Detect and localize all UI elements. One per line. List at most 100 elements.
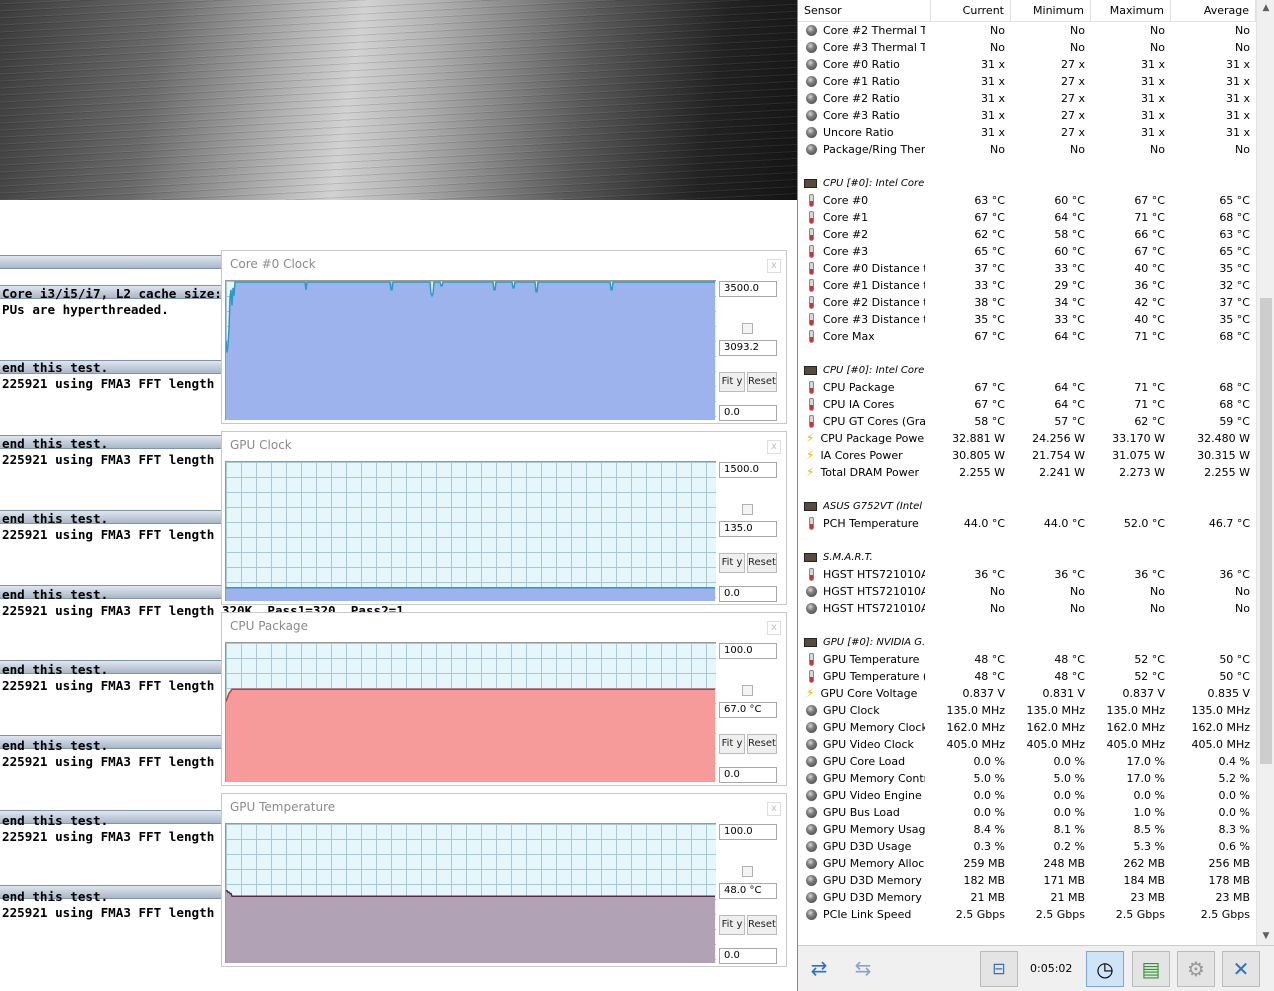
- sensor-row[interactable]: Core #2 Distance t... 38 °C 34 °C 42 °C 37 °…: [798, 294, 1256, 311]
- vertical-scrollbar[interactable]: ▲ ▼: [1256, 0, 1274, 945]
- sensor-row[interactable]: Core #0 Ratio 31 x 27 x 31 x 31 x: [798, 56, 1256, 73]
- graph-min-value[interactable]: 0.0: [719, 948, 777, 964]
- sensor-row[interactable]: PCH Temperature 44.0 °C 44.0 °C 52.0 °C 46.7…: [798, 515, 1256, 532]
- sensor-row[interactable]: Core #1 Distance t... 33 °C 29 °C 36 °C 32 °…: [798, 277, 1256, 294]
- graph-autoscale-checkbox[interactable]: [742, 504, 753, 515]
- graph-max-value[interactable]: 1500.0: [719, 462, 777, 478]
- reset-button[interactable]: Reset: [747, 553, 777, 573]
- sensor-row[interactable]: GPU Memory Contr... 5.0 % 5.0 % 17.0 % 5.2 %: [798, 770, 1256, 787]
- graph-close-button[interactable]: x: [767, 621, 781, 635]
- graph-min-value[interactable]: 0.0: [719, 405, 777, 421]
- graph-window[interactable]: GPU Temperature x 100.0 48.0 °C 0.0 Fit y Rese…: [221, 793, 787, 967]
- close-x-icon[interactable]: ✕: [1222, 951, 1260, 987]
- sensor-group-header[interactable]: CPU [#0]: Intel Core ...: [798, 362, 1256, 379]
- sensor-row[interactable]: HGST HTS721010A... 36 °C 36 °C 36 °C 36 °C: [798, 566, 1256, 583]
- sensor-disc-icon: [806, 59, 817, 70]
- graph-close-button[interactable]: x: [767, 259, 781, 273]
- sensor-row[interactable]: GPU Memory Clock 162.0 MHz 162.0 MHz 162.0 …: [798, 719, 1256, 736]
- sensor-group-header[interactable]: CPU [#0]: Intel Core ...: [798, 175, 1256, 192]
- column-header-current[interactable]: Current: [931, 0, 1011, 21]
- sensor-row[interactable]: GPU D3D Memory D... 182 MB 171 MB 184 MB 178…: [798, 872, 1256, 889]
- reset-button[interactable]: Reset: [747, 372, 777, 392]
- sensor-row[interactable]: Core #2 Thermal T... No No No No: [798, 22, 1256, 39]
- fit-y-button[interactable]: Fit y: [719, 915, 745, 935]
- sensor-row[interactable]: Core #0 63 °C 60 °C 67 °C 65 °C: [798, 192, 1256, 209]
- graph-min-value[interactable]: 0.0: [719, 767, 777, 783]
- fit-y-button[interactable]: Fit y: [719, 553, 745, 573]
- clock-icon[interactable]: ◷: [1086, 951, 1124, 987]
- sensor-row[interactable]: HGST HTS721010A... No No No No: [798, 600, 1256, 617]
- graph-window[interactable]: GPU Clock x 1500.0 135.0 0.0 Fit y Reset: [221, 431, 787, 605]
- sensor-row[interactable]: ⚡ Total DRAM Power 2.255 W 2.241 W 2.273 W 2.…: [798, 464, 1256, 481]
- sensor-row[interactable]: GPU Video Engine L... 0.0 % 0.0 % 0.0 % 0.0 …: [798, 787, 1256, 804]
- fit-y-button[interactable]: Fit y: [719, 372, 745, 392]
- sensor-row[interactable]: GPU Temperature (... 48 °C 48 °C 52 °C 50 °C: [798, 668, 1256, 685]
- sensor-row[interactable]: GPU Core Load 0.0 % 0.0 % 17.0 % 0.4 %: [798, 753, 1256, 770]
- network-icon[interactable]: ⊟: [980, 951, 1018, 987]
- graph-autoscale-checkbox[interactable]: [742, 323, 753, 334]
- sensor-row[interactable]: Core #3 Distance t... 35 °C 33 °C 40 °C 35 °…: [798, 311, 1256, 328]
- fit-y-button[interactable]: Fit y: [719, 734, 745, 754]
- sensor-row[interactable]: Core #3 Ratio 31 x 27 x 31 x 31 x: [798, 107, 1256, 124]
- scrollbar-thumb[interactable]: [1260, 298, 1272, 764]
- current-value: 162.0 MHz: [946, 721, 1005, 734]
- sensor-row[interactable]: HGST HTS721010A... No No No No: [798, 583, 1256, 600]
- scroll-down-arrow-icon[interactable]: ▼: [1257, 928, 1274, 945]
- blank-row[interactable]: [798, 532, 1256, 549]
- reset-button[interactable]: Reset: [747, 734, 777, 754]
- sensor-row[interactable]: GPU D3D Usage 0.3 % 0.2 % 5.3 % 0.6 %: [798, 838, 1256, 855]
- sensor-row[interactable]: GPU Clock 135.0 MHz 135.0 MHz 135.0 MHz 135.…: [798, 702, 1256, 719]
- collapse-arrows-icon[interactable]: ⇆: [844, 951, 882, 987]
- graph-max-value[interactable]: 100.0: [719, 643, 777, 659]
- sensor-row[interactable]: Core #3 65 °C 60 °C 67 °C 65 °C: [798, 243, 1256, 260]
- sensor-row[interactable]: CPU IA Cores 67 °C 64 °C 71 °C 68 °C: [798, 396, 1256, 413]
- expand-arrows-icon[interactable]: ⇄: [800, 951, 838, 987]
- graph-max-value[interactable]: 3500.0: [719, 281, 777, 297]
- graph-autoscale-checkbox[interactable]: [742, 866, 753, 877]
- blank-row[interactable]: [798, 481, 1256, 498]
- graph-close-button[interactable]: x: [767, 802, 781, 816]
- graph-window[interactable]: Core #0 Clock x 3500.0 3093.2 0.0 Fit y Reset: [221, 250, 787, 424]
- sensor-group-header[interactable]: S.M.A.R.T.: [798, 549, 1256, 566]
- sensor-row[interactable]: Core #3 Thermal T... No No No No: [798, 39, 1256, 56]
- graph-max-value[interactable]: 100.0: [719, 824, 777, 840]
- sensor-group-header[interactable]: GPU [#0]: NVIDIA G...: [798, 634, 1256, 651]
- sensor-row[interactable]: GPU Memory Alloca... 259 MB 248 MB 262 MB 25…: [798, 855, 1256, 872]
- sensor-row[interactable]: GPU Video Clock 405.0 MHz 405.0 MHz 405.0 M…: [798, 736, 1256, 753]
- sensor-name-cell: Core #1 Distance t...: [798, 277, 931, 294]
- log-file-icon[interactable]: ▤: [1132, 951, 1170, 987]
- sensor-row[interactable]: GPU Bus Load 0.0 % 0.0 % 1.0 % 0.0 %: [798, 804, 1256, 821]
- column-header-sensor[interactable]: Sensor: [798, 0, 931, 21]
- sensor-row[interactable]: GPU D3D Memory D... 21 MB 21 MB 23 MB 23 MB: [798, 889, 1256, 906]
- sensor-row[interactable]: Core #2 Ratio 31 x 27 x 31 x 31 x: [798, 90, 1256, 107]
- sensor-row[interactable]: ⚡ GPU Core Voltage 0.837 V 0.831 V 0.837 V 0.…: [798, 685, 1256, 702]
- sensor-row[interactable]: GPU Temperature 48 °C 48 °C 52 °C 50 °C: [798, 651, 1256, 668]
- blank-row[interactable]: [798, 617, 1256, 634]
- settings-gear-icon[interactable]: ⚙: [1177, 951, 1215, 987]
- reset-button[interactable]: Reset: [747, 915, 777, 935]
- column-header-minimum[interactable]: Minimum: [1011, 0, 1091, 21]
- blank-row[interactable]: [798, 345, 1256, 362]
- sensor-group-header[interactable]: ASUS G752VT (Intel ...: [798, 498, 1256, 515]
- graph-window[interactable]: CPU Package x 100.0 67.0 °C 0.0 Fit y Reset: [221, 612, 787, 786]
- sensor-row[interactable]: Uncore Ratio 31 x 27 x 31 x 31 x: [798, 124, 1256, 141]
- sensor-row[interactable]: Core #2 62 °C 58 °C 66 °C 63 °C: [798, 226, 1256, 243]
- sensor-row[interactable]: Core Max 67 °C 64 °C 71 °C 68 °C: [798, 328, 1256, 345]
- scroll-up-arrow-icon[interactable]: ▲: [1257, 0, 1274, 17]
- sensor-row[interactable]: Core #1 Ratio 31 x 27 x 31 x 31 x: [798, 73, 1256, 90]
- column-header-average[interactable]: Average: [1171, 0, 1256, 21]
- sensor-row[interactable]: ⚡ CPU Package Power 32.881 W 24.256 W 33.170…: [798, 430, 1256, 447]
- sensor-row[interactable]: GPU Memory Usage 8.4 % 8.1 % 8.5 % 8.3 %: [798, 821, 1256, 838]
- sensor-row[interactable]: PCIe Link Speed 2.5 Gbps 2.5 Gbps 2.5 Gbps 2…: [798, 906, 1256, 923]
- sensor-row[interactable]: Core #1 67 °C 64 °C 71 °C 68 °C: [798, 209, 1256, 226]
- sensor-row[interactable]: Core #0 Distance t... 37 °C 33 °C 40 °C 35 °…: [798, 260, 1256, 277]
- graph-close-button[interactable]: x: [767, 440, 781, 454]
- column-header-maximum[interactable]: Maximum: [1091, 0, 1171, 21]
- graph-min-value[interactable]: 0.0: [719, 586, 777, 602]
- graph-autoscale-checkbox[interactable]: [742, 685, 753, 696]
- sensor-row[interactable]: Package/Ring Ther... No No No No: [798, 141, 1256, 158]
- blank-row[interactable]: [798, 158, 1256, 175]
- sensor-row[interactable]: ⚡ IA Cores Power 30.805 W 21.754 W 31.075 W 3…: [798, 447, 1256, 464]
- sensor-row[interactable]: CPU GT Cores (Gra... 58 °C 57 °C 62 °C 59 °C: [798, 413, 1256, 430]
- sensor-row[interactable]: CPU Package 67 °C 64 °C 71 °C 68 °C: [798, 379, 1256, 396]
